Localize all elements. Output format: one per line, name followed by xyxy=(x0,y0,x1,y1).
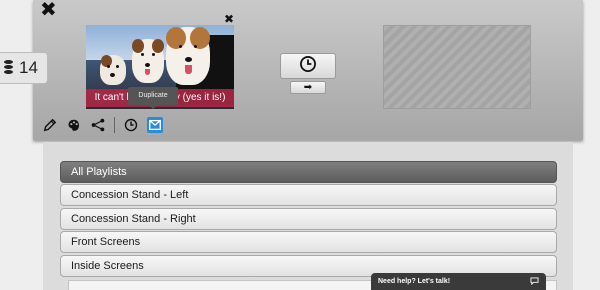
duplicate-icon[interactable] xyxy=(147,117,163,133)
dog-image xyxy=(100,55,126,85)
playlist-item[interactable]: Concession Stand - Right xyxy=(60,208,557,230)
slide-toolbar xyxy=(42,116,163,134)
help-text: Need help? Let's talk! xyxy=(378,278,451,285)
chat-icon xyxy=(530,277,539,285)
pencil-icon[interactable] xyxy=(42,117,58,133)
playlist-item[interactable]: Front Screens xyxy=(60,231,557,253)
app-stage: ✖ 14 It can't (yes it is!) ✖ Duplicate ➡… xyxy=(0,0,600,290)
schedule-button[interactable] xyxy=(280,53,336,79)
close-panel-icon[interactable]: ✖ xyxy=(40,0,57,19)
clock-icon xyxy=(299,55,317,78)
playlist-item[interactable]: Concession Stand - Left xyxy=(60,184,557,206)
dog-image xyxy=(166,27,210,85)
clock-icon[interactable] xyxy=(123,117,139,133)
arrow-right-icon: ➡ xyxy=(303,82,313,93)
playlist-header[interactable]: All Playlists xyxy=(60,161,557,183)
palette-icon[interactable] xyxy=(66,117,82,133)
slide-count-tab[interactable]: 14 xyxy=(0,52,48,84)
slide-count: 14 xyxy=(19,58,38,77)
help-chat-widget[interactable]: Need help? Let's talk! xyxy=(371,273,546,290)
next-arrow-button[interactable]: ➡ xyxy=(290,81,326,94)
dog-image xyxy=(132,39,164,83)
close-icon[interactable]: ✖ xyxy=(224,12,234,26)
duplicate-tooltip: Duplicate xyxy=(128,87,178,109)
database-icon xyxy=(4,60,13,76)
toolbar-divider xyxy=(114,117,115,133)
share-icon[interactable] xyxy=(90,117,106,133)
empty-slide-placeholder[interactable] xyxy=(383,25,531,109)
